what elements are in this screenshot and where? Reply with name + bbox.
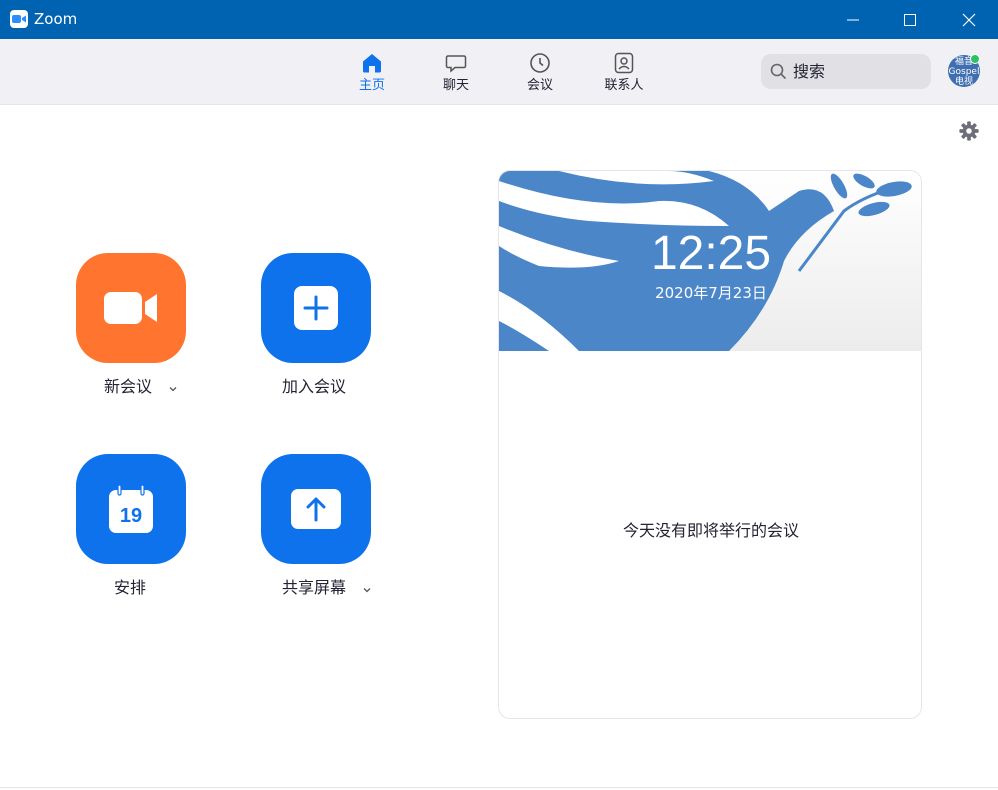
search-input[interactable] <box>793 54 923 89</box>
close-button[interactable] <box>940 0 998 39</box>
join-meeting-label: 加入会议 <box>282 377 347 396</box>
tab-label: 聊天 <box>442 78 469 93</box>
share-screen-label: 共享屏幕 <box>282 578 347 597</box>
maximize-icon <box>904 13 916 26</box>
close-icon <box>962 13 976 26</box>
upcoming-meetings-card: 12:25 2020年7月23日 今天没有即将举行的会议 <box>498 170 922 719</box>
schedule-label: 安排 <box>114 578 147 597</box>
chat-icon <box>445 55 467 73</box>
search-box[interactable] <box>761 54 931 89</box>
clock-banner: 12:25 2020年7月23日 <box>499 171 921 351</box>
tab-label: 联系人 <box>604 78 644 93</box>
video-camera-icon <box>104 292 157 324</box>
chevron-down-icon[interactable] <box>362 585 372 595</box>
top-toolbar: 主页 聊天 会议 联系人 福音Gospel电视 <box>0 39 998 105</box>
tab-home[interactable]: 主页 <box>337 51 407 97</box>
minimize-button[interactable] <box>824 0 882 39</box>
window-title: Zoom <box>34 10 78 28</box>
title-bar: Zoom <box>0 0 998 39</box>
plus-icon <box>294 286 338 330</box>
calendar-icon: 19 <box>109 484 153 533</box>
status-indicator <box>970 54 980 64</box>
maximize-button[interactable] <box>881 0 939 39</box>
clock-icon <box>530 53 550 73</box>
home-icon <box>363 54 381 73</box>
chevron-down-icon[interactable] <box>168 384 178 394</box>
tab-chat[interactable]: 聊天 <box>421 51 491 97</box>
tab-label: 主页 <box>358 78 385 93</box>
bottom-divider <box>0 787 998 788</box>
minimize-icon <box>847 19 859 20</box>
new-meeting-button[interactable] <box>76 253 186 363</box>
clock-date: 2020年7月23日 <box>655 284 767 302</box>
tab-label: 会议 <box>526 78 553 93</box>
settings-gear-icon[interactable] <box>958 120 980 142</box>
calendar-day: 19 <box>120 505 142 527</box>
contact-icon <box>614 52 634 74</box>
tab-meetings[interactable]: 会议 <box>505 51 575 97</box>
no-meetings-message: 今天没有即将举行的会议 <box>622 521 799 540</box>
tab-contacts[interactable]: 联系人 <box>589 51 659 97</box>
zoom-logo-icon <box>10 10 28 28</box>
new-meeting-label: 新会议 <box>104 377 153 396</box>
join-meeting-button[interactable] <box>261 253 371 363</box>
share-screen-button[interactable] <box>261 454 371 564</box>
clock-time: 12:25 <box>650 227 772 280</box>
search-icon <box>770 63 787 80</box>
share-screen-icon <box>291 489 341 529</box>
schedule-button[interactable]: 19 <box>76 454 186 564</box>
